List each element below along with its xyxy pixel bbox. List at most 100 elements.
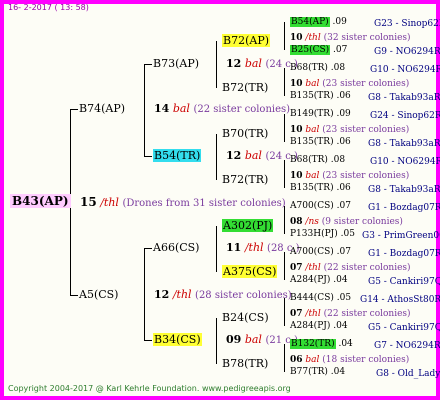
lineage-id: G10 - NO6294R: [370, 157, 440, 167]
gen3-drone-info: 07 /thl (22 sister colonies): [290, 263, 411, 274]
gen3-node[interactable]: B70(TR): [222, 127, 268, 141]
trait: bal: [244, 57, 262, 70]
node-name: B149(TR): [290, 109, 334, 119]
note: (32 sister colonies): [323, 33, 411, 43]
gen1-drone-info: 14 bal (22 sister colonies): [154, 102, 290, 117]
trait: /thl: [305, 263, 321, 273]
gen4-row[interactable]: B149(TR) .09: [290, 109, 351, 120]
gen3-node[interactable]: A375(CS): [222, 265, 278, 279]
gen-coefficient: .07: [333, 45, 348, 55]
gen2-drone-info: 12 bal (24 c.): [226, 57, 298, 72]
gen1-drone-info: 12 /thl (28 sister colonies): [154, 288, 292, 303]
lineage-id: G23 - Sinop62R: [374, 19, 440, 29]
gen2-node[interactable]: B34(CS): [153, 333, 202, 347]
copyright-footer: Copyright 2004-2017 @ Karl Kehrle Founda…: [8, 384, 291, 393]
connector-line: [216, 41, 217, 88]
gen3-drone-info: 10 bal (23 sister colonies): [290, 171, 409, 182]
gen4-row[interactable]: B135(TR) .06: [290, 91, 351, 102]
trait: bal: [305, 171, 320, 181]
root-name: B43(AP): [10, 194, 71, 208]
connector-line: [284, 344, 285, 372]
gen-coefficient: .09: [332, 17, 347, 27]
gen4-row[interactable]: B77(TR) .04: [290, 367, 345, 378]
gen4-row[interactable]: B132(TR) .04: [290, 339, 353, 350]
gen4-row[interactable]: B68(TR) .08: [290, 63, 345, 74]
gen-coefficient: .06: [336, 183, 351, 193]
trait: bal: [305, 355, 320, 365]
gen2-node[interactable]: A66(CS): [153, 241, 199, 255]
count: 12: [226, 57, 242, 70]
node-name: B135(TR): [290, 137, 334, 147]
trait: bal: [244, 149, 262, 162]
gen4-row[interactable]: B135(TR) .06: [290, 183, 351, 194]
gen-coefficient: .04: [333, 321, 348, 331]
gen-coefficient: .08: [330, 63, 346, 73]
node-name: B54(AP): [290, 17, 330, 27]
node-name: A302(PJ): [222, 219, 274, 232]
gen3-drone-info: 10 bal (23 sister colonies): [290, 125, 409, 136]
gen-coefficient: .07: [336, 201, 351, 211]
node-name: B68(TR): [290, 155, 328, 165]
gen4-row[interactable]: B54(AP) .09: [290, 17, 347, 28]
gen4-row[interactable]: A284(PJ) .04: [290, 275, 348, 286]
connector-line: [284, 252, 285, 280]
node-name: B132(TR): [290, 339, 336, 349]
connector-line: [284, 22, 285, 50]
connector-line: [144, 248, 152, 249]
gen2-node[interactable]: B54(TR): [153, 149, 202, 163]
timestamp-header: 16- 2-2017 ( 13: 58): [8, 3, 89, 12]
node-name: A700(CS): [290, 247, 334, 257]
gen4-row[interactable]: B135(TR) .06: [290, 137, 351, 148]
gen3-node[interactable]: B72(TR): [222, 173, 268, 187]
connector-line: [216, 318, 217, 364]
count: 14: [154, 102, 170, 115]
lineage-id: G5 - Cankiri97Q: [368, 323, 440, 333]
note: (22 sister colonies): [323, 263, 411, 273]
trait: /thl: [305, 309, 321, 319]
trait: bal: [305, 125, 320, 135]
count: 10: [290, 125, 303, 135]
root-trait: /thl: [100, 196, 119, 209]
gen4-row[interactable]: B68(TR) .08: [290, 155, 345, 166]
connector-line: [144, 340, 152, 341]
gen1-node[interactable]: A5(CS): [79, 288, 118, 302]
gen3-node[interactable]: B72(TR): [222, 81, 268, 95]
node-name: B68(TR): [290, 63, 328, 73]
gen2-drone-info: 09 bal (21 c.): [226, 333, 298, 348]
node-name: B72(AP): [222, 34, 271, 47]
pedigree-canvas: 16- 2-2017 ( 13: 58) B43(AP) 15 /thl (Dr…: [0, 0, 440, 400]
gen4-row[interactable]: P133H(PJ) .05: [290, 229, 355, 240]
root-count: 15: [80, 195, 97, 209]
gen3-node[interactable]: A302(PJ): [222, 219, 274, 233]
trait: /thl: [172, 288, 192, 301]
gen3-node[interactable]: B72(AP): [222, 34, 271, 48]
gen2-node[interactable]: B73(AP): [153, 57, 199, 71]
gen3-drone-info: 10 /thl (32 sister colonies): [290, 33, 411, 44]
node-name: B135(TR): [290, 183, 334, 193]
root-node[interactable]: B43(AP): [10, 194, 71, 209]
count: 10: [290, 33, 303, 43]
gen4-row[interactable]: B25(CS) .07: [290, 45, 347, 56]
node-name: B77(TR): [290, 367, 328, 377]
gen3-node[interactable]: B78(TR): [222, 357, 268, 371]
gen4-row[interactable]: A700(CS) .07: [290, 247, 351, 258]
count: 11: [226, 241, 242, 254]
connector-line: [144, 156, 152, 157]
lineage-id: G8 - Takab93aR: [368, 139, 440, 149]
count: 12: [226, 149, 242, 162]
note: (23 sister colonies): [322, 79, 410, 89]
gen2-drone-info: 12 bal (24 c.): [226, 149, 298, 164]
gen3-drone-info: 10 bal (23 sister colonies): [290, 79, 409, 90]
gen-coefficient: .04: [333, 275, 348, 285]
gen1-node[interactable]: B74(AP): [79, 102, 125, 116]
gen4-row[interactable]: A284(PJ) .04: [290, 321, 348, 332]
count: 09: [226, 333, 242, 346]
count: 07: [290, 263, 303, 273]
gen4-row[interactable]: A700(CS) .07: [290, 201, 351, 212]
root-drone-info: 15 /thl (Drones from 31 sister colonies): [80, 195, 286, 211]
gen3-node[interactable]: B24(CS): [222, 311, 269, 325]
node-name: B34(CS): [153, 333, 202, 346]
gen4-row[interactable]: B444(CS) .05: [290, 293, 351, 304]
node-name: B25(CS): [290, 45, 331, 55]
trait: bal: [172, 102, 190, 115]
